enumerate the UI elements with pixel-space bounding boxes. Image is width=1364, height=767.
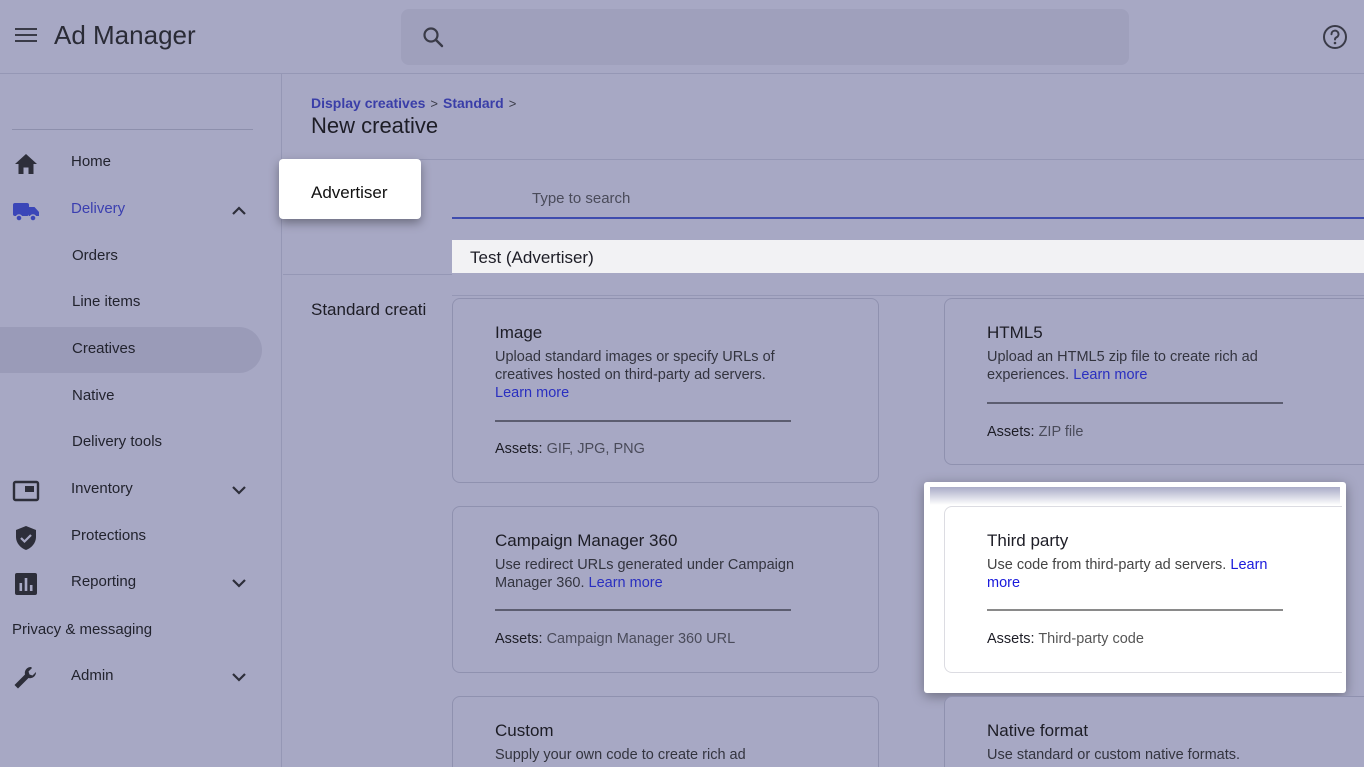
creative-card-html5[interactable]: HTML5 Upload an HTML5 zip file to create…: [944, 298, 1364, 465]
inventory-icon: [12, 480, 40, 502]
creative-card-image[interactable]: Image Upload standard images or specify …: [452, 298, 879, 483]
sidebar-item-label: Protections: [71, 527, 147, 544]
advertiser-search-input[interactable]: [532, 190, 1232, 207]
divider: [283, 159, 1364, 160]
card-description: Supply your own code to create rich ad: [495, 747, 746, 763]
sidebar-item-orders[interactable]: Orders: [0, 234, 262, 280]
top-app-bar: Ad Manager: [0, 0, 1364, 74]
sidebar-item-admin[interactable]: Admin: [0, 654, 262, 700]
creative-card-custom[interactable]: Custom Supply your own code to create ri…: [452, 696, 879, 767]
card-title: Image: [495, 323, 543, 342]
bar-chart-icon: [15, 573, 37, 595]
learn-more-link[interactable]: Learn more: [1073, 367, 1147, 383]
chevron-down-icon[interactable]: [229, 670, 249, 684]
breadcrumb-separator: >: [430, 96, 438, 111]
card-divider: [987, 402, 1283, 404]
sidebar-item-creatives[interactable]: Creatives: [0, 327, 262, 373]
sidebar-item-label: Inventory: [71, 480, 133, 497]
sidebar-item-line-items[interactable]: Line items: [0, 280, 262, 326]
sidebar: Home Delivery Orders Line items Creative…: [0, 74, 282, 767]
card-description: Upload an HTML5 zip file to create rich …: [987, 348, 1287, 384]
assets-label: Assets:: [987, 424, 1035, 440]
card-title: HTML5: [987, 323, 1043, 342]
section-label: Standard creati: [311, 300, 427, 319]
home-icon: [15, 154, 37, 174]
breadcrumb-separator: >: [508, 96, 517, 111]
creative-card-third-party[interactable]: Third party Use code from third-party ad…: [944, 506, 1342, 673]
global-search-bar[interactable]: [401, 9, 1129, 65]
card-description: Upload standard images or specify URLs o…: [495, 348, 795, 402]
advertiser-search-field[interactable]: [452, 182, 1364, 219]
sidebar-item-delivery-tools[interactable]: Delivery tools: [0, 420, 262, 466]
assets-value: GIF, JPG, PNG: [546, 441, 645, 457]
advertiser-label: Advertiser: [279, 159, 421, 219]
card-title: Campaign Manager 360: [495, 531, 678, 550]
highlight-shade: [930, 487, 1340, 505]
advertiser-option-label: Test (Advertiser): [470, 248, 594, 267]
sidebar-item-inventory[interactable]: Inventory: [0, 467, 262, 513]
sidebar-item-label: Reporting: [71, 573, 137, 590]
menu-icon[interactable]: [12, 24, 40, 50]
sidebar-item-label: Line items: [72, 293, 141, 310]
assets-value: Third-party code: [1038, 631, 1144, 647]
card-description-text: Upload standard images or specify URLs o…: [495, 349, 775, 383]
sidebar-item-home[interactable]: Home: [0, 140, 262, 186]
shield-icon: [16, 526, 36, 550]
advertiser-option[interactable]: Test (Advertiser): [452, 240, 1364, 273]
card-divider: [495, 420, 791, 422]
learn-more-link[interactable]: Learn more: [589, 575, 663, 591]
sidebar-item-label: Creatives: [72, 340, 136, 357]
card-divider: [987, 609, 1283, 611]
chevron-down-icon[interactable]: [229, 576, 249, 590]
chevron-up-icon[interactable]: [229, 203, 249, 217]
card-description: Use standard or custom native formats.: [987, 747, 1241, 763]
card-title: Third party: [987, 531, 1069, 550]
card-assets: Assets: Campaign Manager 360 URL: [495, 631, 735, 647]
search-icon[interactable]: [421, 25, 445, 49]
sidebar-item-label: Delivery tools: [72, 433, 163, 450]
sidebar-item-label: Native: [72, 387, 115, 404]
assets-value: Campaign Manager 360 URL: [546, 631, 736, 647]
sidebar-item-protections[interactable]: Protections: [0, 514, 262, 560]
card-description: Use redirect URLs generated under Campai…: [495, 556, 795, 592]
breadcrumb: Display creatives > Standard >: [311, 95, 521, 111]
sidebar-item-label: Admin: [71, 667, 114, 684]
assets-label: Assets:: [495, 441, 543, 457]
card-assets: Assets: Third-party code: [987, 631, 1144, 647]
sidebar-item-reporting[interactable]: Reporting: [0, 560, 262, 606]
card-description-text: Use code from third-party ad servers.: [987, 557, 1227, 573]
breadcrumb-display-creatives[interactable]: Display creatives: [311, 95, 425, 111]
creative-card-native-format[interactable]: Native format Use standard or custom nat…: [944, 696, 1364, 767]
breadcrumb-standard[interactable]: Standard: [443, 95, 504, 111]
help-icon[interactable]: [1322, 24, 1348, 50]
app-title: Ad Manager: [54, 20, 196, 50]
wrench-icon: [14, 666, 37, 689]
card-title: Native format: [987, 721, 1089, 740]
creative-card-campaign-manager-360[interactable]: Campaign Manager 360 Use redirect URLs g…: [452, 506, 879, 673]
card-description: Use code from third-party ad servers. Le…: [987, 556, 1287, 592]
sidebar-item-delivery[interactable]: Delivery: [0, 187, 262, 233]
sidebar-item-label: Delivery: [71, 200, 126, 217]
assets-value: ZIP file: [1038, 424, 1084, 440]
sidebar-item-native[interactable]: Native: [0, 374, 262, 420]
card-title: Custom: [495, 721, 554, 740]
assets-label: Assets:: [987, 631, 1035, 647]
card-divider: [495, 609, 791, 611]
card-assets: Assets: ZIP file: [987, 424, 1083, 440]
sidebar-item-privacy-messaging[interactable]: Privacy & messaging: [12, 621, 152, 638]
sidebar-item-label: Home: [71, 153, 112, 170]
divider: [283, 274, 453, 275]
card-assets: Assets: GIF, JPG, PNG: [495, 441, 645, 457]
learn-more-link[interactable]: Learn more: [495, 385, 569, 401]
truck-icon: [13, 203, 39, 222]
assets-label: Assets:: [495, 631, 543, 647]
advertiser-label-text: Advertiser: [311, 183, 388, 202]
sidebar-item-label: Orders: [72, 247, 118, 264]
page-title: New creative: [311, 113, 439, 138]
chevron-down-icon[interactable]: [229, 483, 249, 497]
sidebar-divider: [12, 129, 253, 130]
